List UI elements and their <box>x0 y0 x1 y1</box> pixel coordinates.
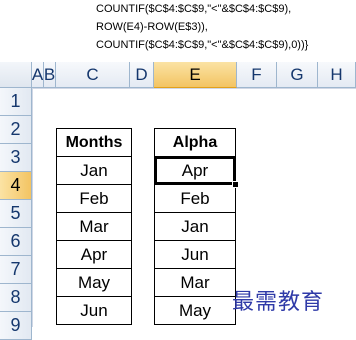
row-header-6[interactable]: 6 <box>0 228 32 256</box>
formula-line: COUNTIF($C$4:$C$9,"<"&$C$4:$C$9), <box>96 3 292 15</box>
watermark-logo: 最需教育 <box>232 290 325 315</box>
alpha-cell[interactable]: May <box>154 296 236 325</box>
alpha-header-cell[interactable]: Alpha <box>154 128 236 157</box>
months-cell[interactable]: Apr <box>56 240 132 269</box>
column-header-d[interactable]: D <box>130 62 154 88</box>
formula-bar[interactable]: COUNTIF($C$4:$C$9,"<"&$C$4:$C$9), ROW(E4… <box>96 0 356 56</box>
column-header-c[interactable]: C <box>56 62 130 88</box>
column-header-b[interactable]: B <box>44 62 56 88</box>
row-header-5[interactable]: 5 <box>0 200 32 228</box>
months-cell[interactable]: Feb <box>56 184 132 213</box>
column-header-h[interactable]: H <box>318 62 356 88</box>
column-header-g[interactable]: G <box>277 62 318 88</box>
alpha-cell[interactable]: Feb <box>154 184 236 213</box>
fill-handle[interactable] <box>232 181 239 188</box>
row-header-1[interactable]: 1 <box>0 88 32 116</box>
formula-line: COUNTIF($C$4:$C$9,"<"&$C$4:$C$9),0))} <box>96 39 309 51</box>
alpha-cell[interactable]: Mar <box>154 268 236 297</box>
column-header-e[interactable]: E <box>154 62 237 88</box>
row-header-9[interactable]: 9 <box>0 312 32 340</box>
months-cell[interactable]: Mar <box>56 212 132 241</box>
months-cell[interactable]: May <box>56 268 132 297</box>
months-cell[interactable]: Jun <box>56 296 132 325</box>
row-header-4[interactable]: 4 <box>0 172 32 200</box>
column-header-a[interactable]: A <box>32 62 44 88</box>
alpha-cell-selected[interactable]: Apr <box>154 156 236 185</box>
row-header-8[interactable]: 8 <box>0 284 32 312</box>
months-header-cell[interactable]: Months <box>56 128 132 157</box>
row-header-2[interactable]: 2 <box>0 116 32 144</box>
alpha-cell[interactable]: Jan <box>154 212 236 241</box>
column-header-f[interactable]: F <box>237 62 277 88</box>
formula-line: ROW(E4)-ROW(E$3)), <box>96 21 208 33</box>
row-header-3[interactable]: 3 <box>0 144 32 172</box>
select-all-corner[interactable] <box>0 62 32 88</box>
row-header-7[interactable]: 7 <box>0 256 32 284</box>
alpha-cell[interactable]: Jun <box>154 240 236 269</box>
months-cell[interactable]: Jan <box>56 156 132 185</box>
